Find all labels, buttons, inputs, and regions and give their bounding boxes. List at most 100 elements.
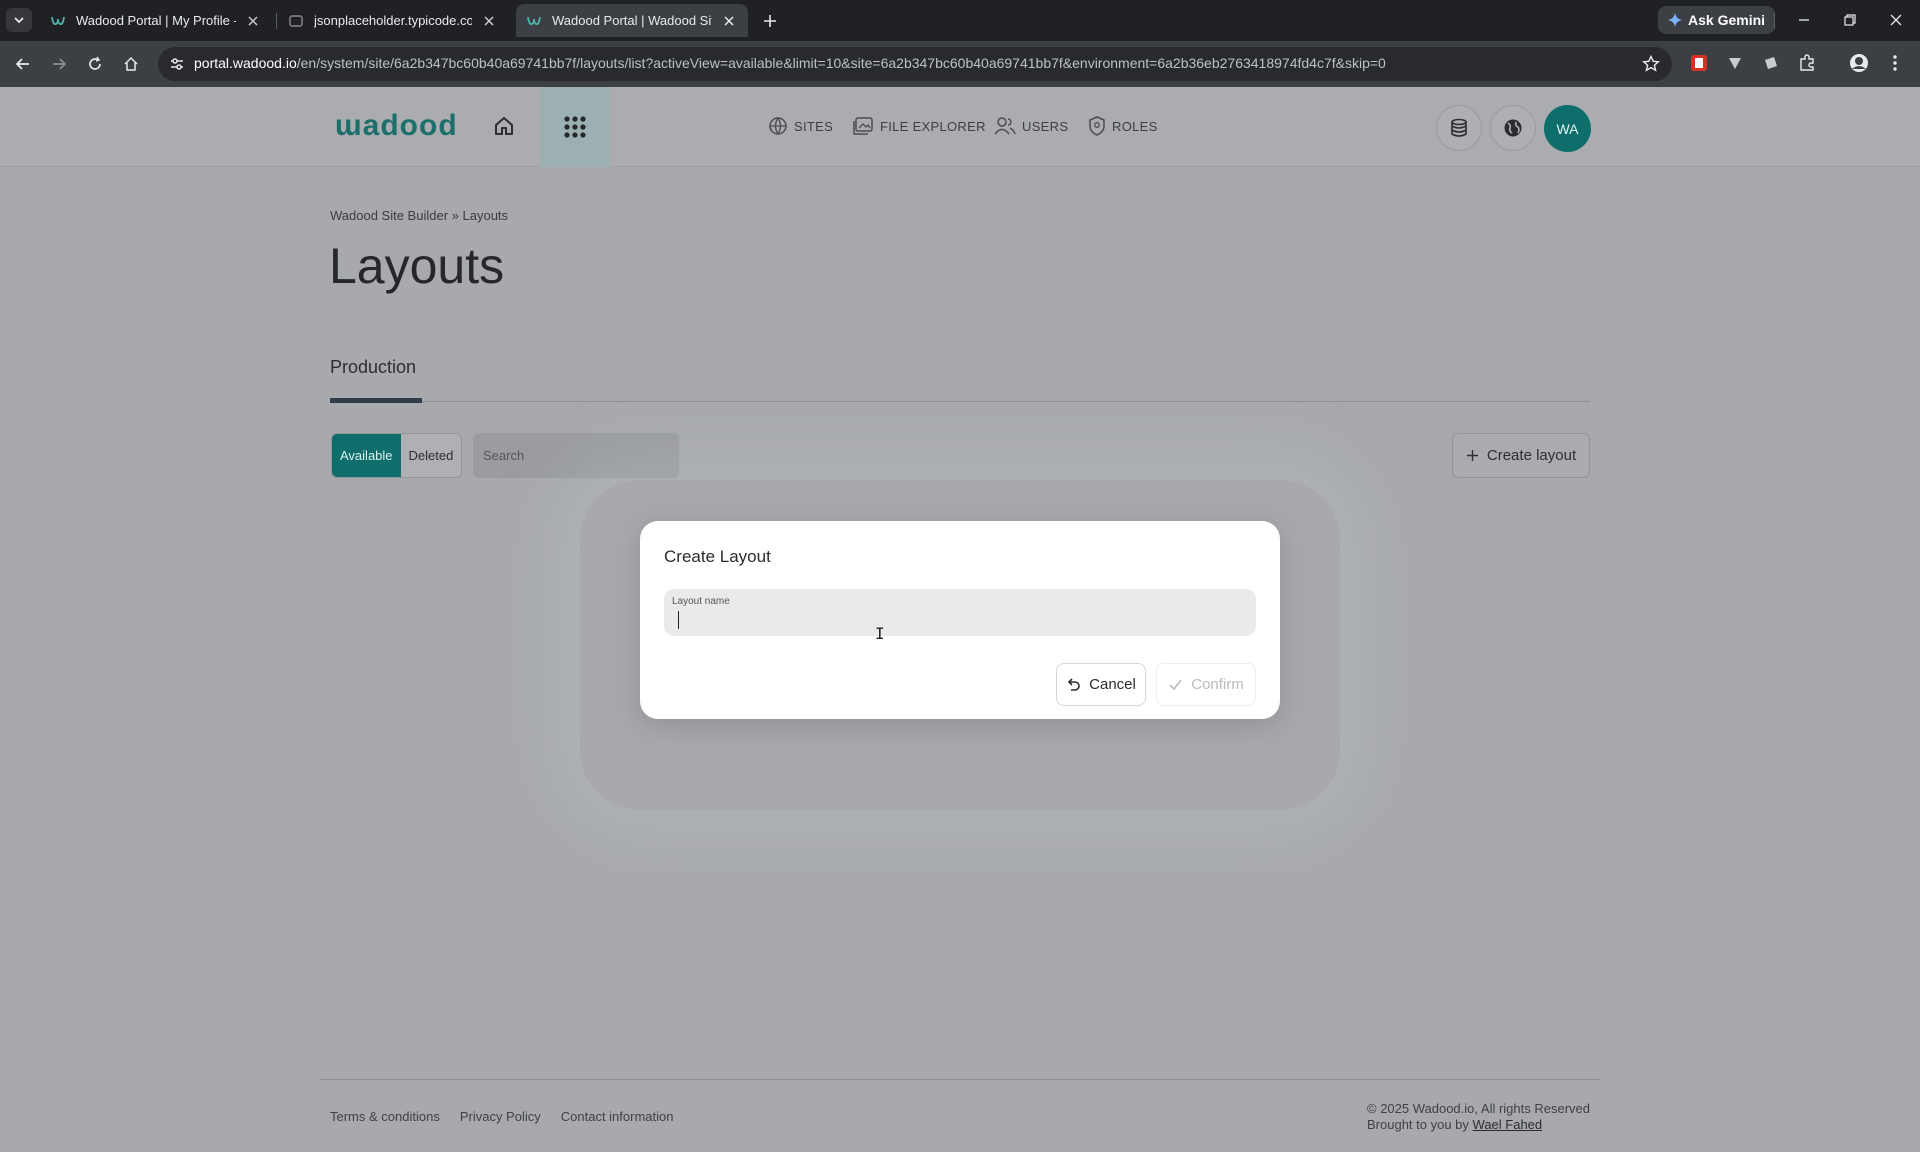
breadcrumb-root[interactable]: Wadood Site Builder bbox=[330, 208, 448, 223]
new-tab-button[interactable] bbox=[758, 9, 782, 33]
create-layout-button[interactable]: Create layout bbox=[1452, 433, 1590, 478]
confirm-button[interactable]: Confirm bbox=[1156, 663, 1256, 706]
browser-tab-bar: Wadood Portal | My Profile - Ur jsonplac… bbox=[0, 0, 1920, 41]
wadood-favicon bbox=[50, 13, 66, 29]
reload-button[interactable] bbox=[83, 52, 107, 76]
browser-tab-profile[interactable]: Wadood Portal | My Profile - Ur bbox=[40, 4, 272, 37]
close-window-button[interactable] bbox=[1881, 8, 1911, 32]
bookmark-star-icon[interactable] bbox=[1642, 55, 1660, 73]
database-icon bbox=[1451, 118, 1467, 137]
apps-grid-icon bbox=[564, 116, 586, 138]
apps-grid-button[interactable] bbox=[540, 87, 610, 167]
close-icon[interactable] bbox=[244, 12, 262, 30]
forward-button[interactable] bbox=[47, 52, 71, 76]
close-icon bbox=[1890, 14, 1902, 26]
user-avatar[interactable]: WA bbox=[1544, 105, 1591, 152]
view-toggle: Available Deleted bbox=[331, 433, 463, 478]
author-link[interactable]: Wael Fahed bbox=[1473, 1117, 1543, 1132]
toolbar-separator bbox=[1774, 13, 1775, 29]
restore-button[interactable] bbox=[1835, 8, 1865, 32]
tab-title: jsonplaceholder.typicode.com/p bbox=[314, 13, 472, 28]
address-bar[interactable]: portal.wadood.io/en/system/site/6a2b347b… bbox=[158, 47, 1672, 81]
tab-title: Wadood Portal | My Profile - Ur bbox=[76, 13, 236, 28]
extension-v-icon[interactable] bbox=[1724, 52, 1746, 74]
breadcrumb: Wadood Site Builder » Layouts bbox=[330, 208, 508, 223]
create-layout-dialog: Create Layout Layout name Cancel Confirm bbox=[640, 521, 1280, 719]
dialog-title: Create Layout bbox=[664, 547, 771, 566]
active-tab-indicator bbox=[330, 398, 422, 403]
globe-favicon bbox=[288, 13, 304, 29]
brought-by-line: Brought to you by Wael Fahed bbox=[1367, 1117, 1590, 1133]
breadcrumb-current: » Layouts bbox=[451, 208, 509, 223]
globe-icon bbox=[1504, 119, 1522, 137]
footer-link-privacy[interactable]: Privacy Policy bbox=[460, 1109, 541, 1124]
url-host: portal.wadood.io bbox=[194, 55, 297, 71]
filter-deleted-button[interactable]: Deleted bbox=[400, 434, 462, 477]
footer-links: Terms & conditions Privacy Policy Contac… bbox=[330, 1109, 673, 1124]
arrow-right-icon bbox=[53, 58, 67, 70]
search-input[interactable]: Search bbox=[473, 433, 679, 478]
home-button[interactable] bbox=[119, 52, 143, 76]
plus-icon bbox=[764, 15, 776, 27]
minimize-icon bbox=[1799, 19, 1809, 21]
chevron-down-icon bbox=[14, 17, 24, 24]
footer-link-contact[interactable]: Contact information bbox=[561, 1109, 674, 1124]
home-icon[interactable] bbox=[492, 114, 516, 138]
nav-file-explorer[interactable]: FILE EXPLORER bbox=[852, 116, 986, 136]
ask-gemini-label: Ask Gemini bbox=[1688, 12, 1766, 28]
close-icon[interactable] bbox=[480, 12, 498, 30]
folder-image-icon bbox=[853, 117, 873, 135]
undo-arrow-icon bbox=[1068, 678, 1080, 691]
create-layout-label: Create layout bbox=[1486, 447, 1577, 464]
nav-roles[interactable]: ROLES bbox=[1088, 116, 1158, 136]
minimize-button[interactable] bbox=[1789, 8, 1819, 32]
users-icon bbox=[994, 117, 1016, 135]
restore-icon bbox=[1844, 14, 1856, 26]
site-info-icon[interactable] bbox=[168, 55, 186, 73]
browser-menu-icon[interactable] bbox=[1884, 52, 1906, 74]
browser-tab-active[interactable]: Wadood Portal | Wadood Site B bbox=[516, 4, 748, 37]
cancel-button[interactable]: Cancel bbox=[1056, 663, 1146, 706]
cancel-label: Cancel bbox=[1089, 676, 1136, 693]
layout-name-field[interactable]: Layout name bbox=[664, 589, 1256, 636]
nav-file-explorer-label: FILE EXPLORER bbox=[880, 118, 986, 134]
tab-search-button[interactable] bbox=[6, 8, 32, 32]
copyright-text: © 2025 Wadood.io, All rights Reserved bbox=[1367, 1101, 1590, 1116]
app-header: ɯadood SITES FILE EXPLORER USERS ROLES W… bbox=[0, 87, 1920, 167]
footer-link-terms[interactable]: Terms & conditions bbox=[330, 1109, 440, 1124]
nav-roles-label: ROLES bbox=[1112, 118, 1158, 134]
footer-divider bbox=[320, 1079, 1600, 1080]
text-cursor-ibeam: I bbox=[875, 624, 885, 643]
tab-production[interactable]: Production bbox=[330, 357, 416, 378]
nav-users[interactable]: USERS bbox=[994, 116, 1068, 136]
plus-icon bbox=[1466, 450, 1478, 461]
shield-icon bbox=[1089, 116, 1105, 136]
filter-available-button[interactable]: Available bbox=[332, 434, 401, 477]
language-button[interactable] bbox=[1490, 105, 1536, 151]
layout-name-label: Layout name bbox=[672, 596, 730, 607]
browser-tab-jsonplaceholder[interactable]: jsonplaceholder.typicode.com/p bbox=[278, 4, 508, 37]
url-text: portal.wadood.io/en/system/site/6a2b347b… bbox=[194, 55, 1386, 71]
extension-tag-icon[interactable] bbox=[1760, 52, 1782, 74]
tab-separator bbox=[276, 13, 277, 29]
extensions-puzzle-icon[interactable] bbox=[1796, 52, 1818, 74]
back-button[interactable] bbox=[11, 52, 35, 76]
layout-name-input[interactable] bbox=[672, 609, 1242, 631]
brought-by-prefix: Brought to you by bbox=[1367, 1117, 1469, 1132]
text-caret bbox=[678, 611, 679, 629]
check-icon bbox=[1169, 679, 1182, 691]
home-icon bbox=[124, 56, 138, 71]
nav-users-label: USERS bbox=[1022, 118, 1069, 134]
tab-title: Wadood Portal | Wadood Site B bbox=[552, 13, 712, 28]
database-button[interactable] bbox=[1436, 105, 1482, 151]
extension-red-icon[interactable] bbox=[1688, 52, 1710, 74]
arrow-left-icon bbox=[15, 58, 29, 70]
url-path: /en/system/site/6a2b347bc60b40a69741bb7f… bbox=[296, 55, 1386, 71]
wadood-logo[interactable]: ɯadood bbox=[335, 109, 458, 143]
tabs-divider bbox=[330, 401, 1590, 402]
profile-avatar-icon[interactable] bbox=[1848, 52, 1870, 74]
close-icon[interactable] bbox=[720, 12, 738, 30]
nav-sites[interactable]: SITES bbox=[768, 116, 833, 136]
ask-gemini-button[interactable]: Ask Gemini bbox=[1658, 6, 1776, 34]
footer-copyright: © 2025 Wadood.io, All rights Reserved Br… bbox=[1367, 1101, 1590, 1133]
